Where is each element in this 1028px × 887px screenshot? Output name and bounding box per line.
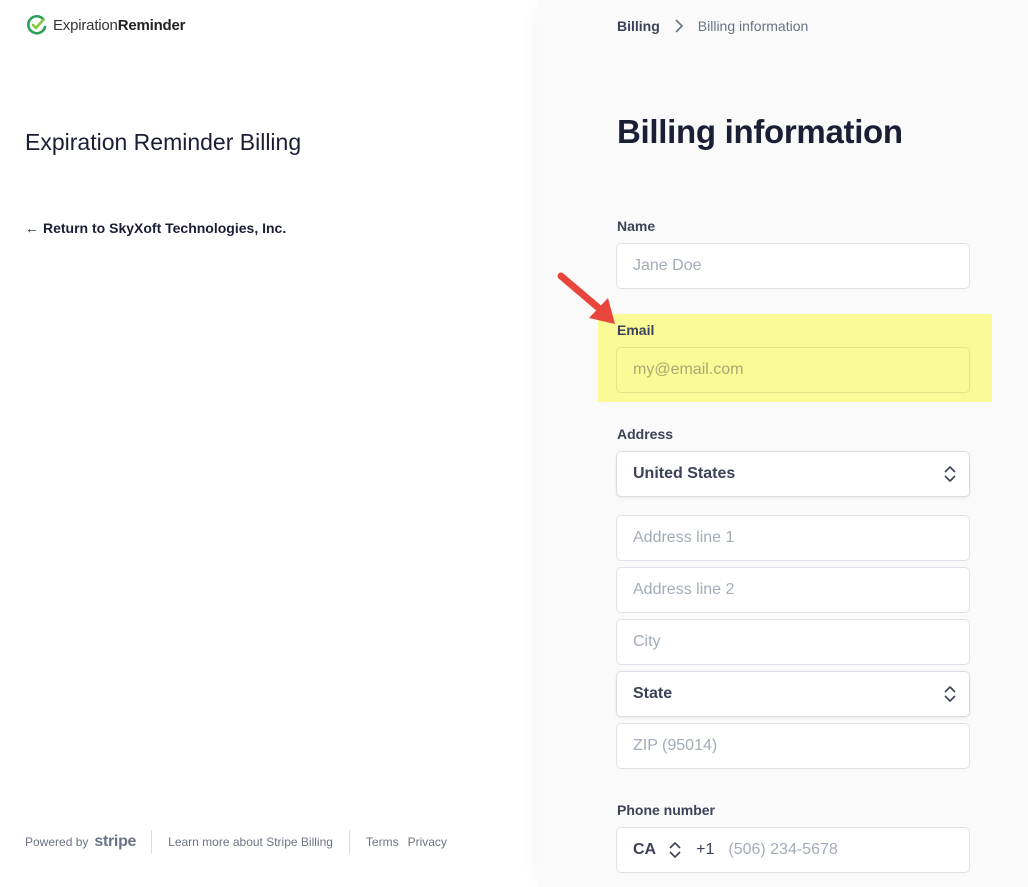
phone-dial-code: +1 [696, 841, 715, 858]
breadcrumb: Billing Billing information [617, 18, 808, 34]
privacy-link[interactable]: Privacy [408, 835, 447, 849]
learn-more-link[interactable]: Learn more about Stripe Billing [152, 835, 349, 849]
chevron-right-icon [675, 19, 683, 33]
return-link[interactable]: ← Return to SkyXoft Technologies, Inc. [25, 220, 286, 236]
logo-check-icon [27, 14, 47, 35]
page-title: Billing information [617, 113, 903, 150]
logo-text: ExpirationReminder [53, 17, 185, 34]
address-label: Address [617, 426, 674, 442]
stripe-logo: stripe [94, 833, 137, 850]
legal-links: Terms Privacy [350, 835, 447, 849]
phone-placeholder[interactable]: (506) 234-5678 [728, 841, 837, 859]
email-placeholder: my@email.com [633, 361, 744, 378]
zip-placeholder: ZIP (95014) [633, 737, 718, 754]
arrow-left-icon: ← [25, 220, 39, 236]
city-placeholder: City [633, 633, 661, 650]
footer: Powered by stripe Learn more about Strip… [25, 830, 447, 854]
country-value: United States [633, 465, 736, 482]
logo-text-bold: Reminder [117, 16, 186, 34]
name-placeholder: Jane Doe [633, 257, 702, 274]
city-input[interactable]: City [616, 619, 970, 665]
address-line2-input[interactable]: Address line 2 [616, 567, 970, 613]
brand-logo[interactable]: ExpirationReminder [26, 14, 185, 36]
country-select[interactable]: United States [616, 451, 970, 497]
address-line2-placeholder: Address line 2 [633, 581, 735, 598]
red-arrow-icon [557, 272, 615, 324]
chevron-updown-icon [944, 686, 956, 702]
logo-text-light: Expiration [53, 16, 118, 34]
product-title: Expiration Reminder Billing [25, 129, 302, 155]
terms-link[interactable]: Terms [366, 835, 399, 849]
state-value: State [633, 685, 673, 702]
state-select[interactable]: State [616, 671, 970, 717]
powered-by-stripe[interactable]: Powered by stripe [25, 833, 151, 851]
return-link-label: Return to SkyXoft Technologies, Inc. [43, 220, 287, 236]
phone-field[interactable]: CA +1 (506) 234-5678 [616, 827, 970, 873]
left-panel: ExpirationReminder Expiration Reminder B… [0, 0, 537, 887]
email-input[interactable]: my@email.com [616, 347, 970, 393]
breadcrumb-current: Billing information [697, 18, 809, 34]
breadcrumb-billing[interactable]: Billing [617, 18, 660, 34]
chevron-updown-icon [944, 466, 956, 482]
zip-input[interactable]: ZIP (95014) [616, 723, 970, 769]
address-line1-input[interactable]: Address line 1 [616, 515, 970, 561]
right-panel: Billing Billing information Billing info… [537, 0, 1028, 887]
name-input[interactable]: Jane Doe [616, 243, 970, 289]
phone-label: Phone number [617, 802, 716, 818]
address-line1-placeholder: Address line 1 [633, 529, 735, 546]
name-label: Name [617, 218, 656, 234]
phone-country-code[interactable]: CA [633, 841, 656, 859]
chevron-updown-icon[interactable] [668, 841, 682, 859]
powered-by-label: Powered by [25, 835, 89, 849]
